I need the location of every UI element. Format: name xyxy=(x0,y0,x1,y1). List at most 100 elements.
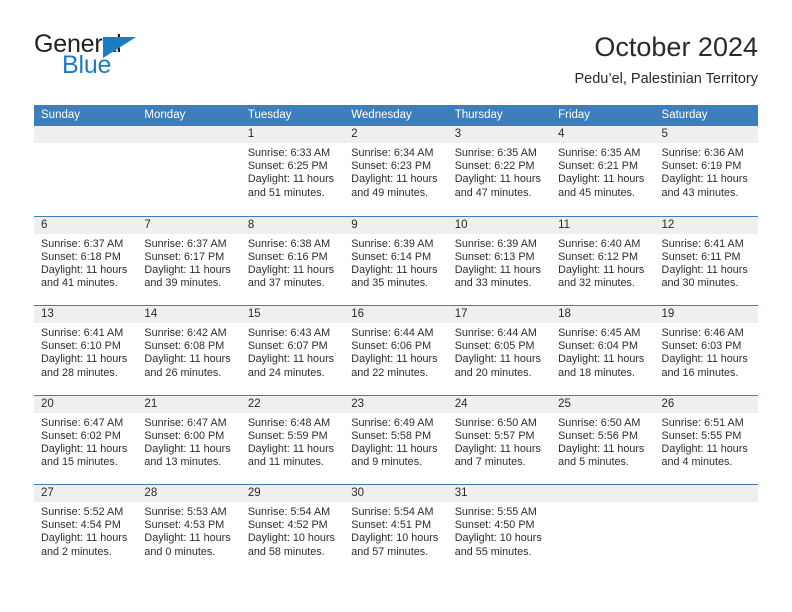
sunrise-time: Sunrise: 6:50 AM xyxy=(558,416,641,429)
day-sun-info: Sunrise: 6:41 AM Sunset: 6:10 PM Daylight:… xyxy=(34,323,137,380)
calendar-day-cell[interactable]: 25 Sunrise: 6:50 AM Sunset: 5:56 PM Dayligh… xyxy=(551,395,655,484)
day-number: 2 xyxy=(344,126,448,143)
calendar-day-cell[interactable]: 6 Sunrise: 6:37 AM Sunset: 6:18 PM Daylight… xyxy=(34,216,138,305)
calendar-day-cell[interactable]: 18 Sunrise: 6:45 AM Sunset: 6:04 PM Dayligh… xyxy=(551,306,655,395)
sunset-time: Sunset: 6:10 PM xyxy=(41,340,121,353)
daylight-duration-line1: Daylight: 10 hours xyxy=(454,532,542,545)
calendar-day-cell[interactable]: 14 Sunrise: 6:42 AM Sunset: 6:08 PM Dayligh… xyxy=(137,306,241,395)
day-sun-info: Sunrise: 6:44 AM Sunset: 6:05 PM Daylight:… xyxy=(448,323,551,380)
daylight-duration-line1: Daylight: 11 hours xyxy=(351,263,438,276)
day-number: 12 xyxy=(654,216,758,234)
calendar-day-cell[interactable]: 4 Sunrise: 6:35 AM Sunset: 6:21 PM Daylight… xyxy=(551,126,655,216)
calendar-day-cell[interactable]: 27 Sunrise: 5:52 AM Sunset: 4:54 PM Dayligh… xyxy=(34,485,138,574)
calendar-day-cell[interactable]: 9 Sunrise: 6:39 AM Sunset: 6:14 PM Daylight… xyxy=(344,216,448,305)
daylight-duration-line2: and 9 minutes. xyxy=(351,456,423,469)
day-number: 27 xyxy=(34,485,138,502)
sunrise-time: Sunrise: 6:36 AM xyxy=(661,147,744,159)
day-number: 28 xyxy=(137,485,241,502)
calendar-day-cell[interactable]: 17 Sunrise: 6:44 AM Sunset: 6:05 PM Dayligh… xyxy=(447,306,552,395)
calendar-day-cell[interactable]: 12 Sunrise: 6:41 AM Sunset: 6:11 PM Dayligh… xyxy=(654,216,758,305)
calendar-week-row: 1 Sunrise: 6:33 AM Sunset: 6:25 PM Daylight… xyxy=(34,126,758,216)
day-sun-info: Sunrise: 6:37 AM Sunset: 6:18 PM Daylight:… xyxy=(34,234,137,291)
calendar-day-cell[interactable]: 1 Sunrise: 6:33 AM Sunset: 6:25 PM Daylight… xyxy=(240,126,345,216)
calendar-day-cell-empty xyxy=(137,126,241,216)
sunrise-time: Sunrise: 6:42 AM xyxy=(144,327,227,339)
calendar-day-cell[interactable]: 28 Sunrise: 5:53 AM Sunset: 4:53 PM Dayligh… xyxy=(137,485,241,574)
day-number: 6 xyxy=(34,216,138,234)
daylight-duration-line2: and 2 minutes. xyxy=(41,545,112,558)
calendar-day-cell[interactable]: 30 Sunrise: 5:54 AM Sunset: 4:51 PM Dayligh… xyxy=(344,485,448,574)
daylight-duration-line1: Daylight: 11 hours xyxy=(661,442,748,455)
sunrise-time: Sunrise: 5:55 AM xyxy=(454,506,537,518)
calendar-day-cell[interactable]: 8 Sunrise: 6:38 AM Sunset: 6:16 PM Daylight… xyxy=(240,216,345,305)
calendar-day-cell[interactable]: 10 Sunrise: 6:39 AM Sunset: 6:13 PM Dayligh… xyxy=(447,216,552,305)
calendar-day-cell[interactable]: 19 Sunrise: 6:46 AM Sunset: 6:03 PM Dayligh… xyxy=(654,306,758,395)
calendar-day-cell-empty xyxy=(654,485,758,574)
calendar-week-row: 20 Sunrise: 6:47 AM Sunset: 6:02 PM Dayligh… xyxy=(34,394,758,484)
day-number: 8 xyxy=(240,216,345,234)
logo-text-blue: Blue xyxy=(62,51,112,79)
day-sun-info: Sunrise: 6:46 AM Sunset: 6:03 PM Daylight:… xyxy=(655,323,758,380)
weekday-header-monday: Monday xyxy=(144,109,186,121)
sunrise-time: Sunrise: 6:38 AM xyxy=(247,237,331,250)
sunset-time: Sunset: 4:51 PM xyxy=(351,519,432,532)
sunset-time: Sunset: 6:22 PM xyxy=(454,160,535,173)
sunset-time: Sunset: 6:23 PM xyxy=(351,160,432,173)
general-blue-logo[interactable]: General Blue xyxy=(34,30,244,86)
sunset-time: Sunset: 6:12 PM xyxy=(558,250,638,263)
day-sun-info: Sunrise: 6:35 AM Sunset: 6:22 PM Daylight:… xyxy=(448,143,551,200)
sunrise-time: Sunrise: 6:45 AM xyxy=(558,327,641,339)
sunrise-time: Sunrise: 5:54 AM xyxy=(247,506,331,518)
daylight-duration-line1: Daylight: 10 hours xyxy=(351,532,439,545)
daylight-duration-line2: and 43 minutes. xyxy=(661,186,739,199)
day-number xyxy=(137,126,241,143)
sunrise-time: Sunrise: 6:40 AM xyxy=(558,237,641,250)
calendar-day-cell[interactable]: 11 Sunrise: 6:40 AM Sunset: 6:12 PM Dayligh… xyxy=(551,216,655,305)
sunset-time: Sunset: 6:00 PM xyxy=(144,429,225,442)
daylight-duration-line1: Daylight: 11 hours xyxy=(247,263,335,276)
daylight-duration-line2: and 22 minutes. xyxy=(351,366,429,379)
day-number: 31 xyxy=(447,485,552,502)
daylight-duration-line2: and 5 minutes. xyxy=(558,456,629,469)
weekday-header-sunday: Sunday xyxy=(41,109,81,121)
daylight-duration-line1: Daylight: 11 hours xyxy=(247,173,335,186)
daylight-duration-line1: Daylight: 11 hours xyxy=(144,442,231,455)
daylight-duration-line1: Daylight: 11 hours xyxy=(144,532,231,545)
day-sun-info: Sunrise: 6:50 AM Sunset: 5:57 PM Daylight:… xyxy=(448,413,551,470)
daylight-duration-line1: Daylight: 11 hours xyxy=(144,353,231,366)
weekday-header-tuesday: Tuesday xyxy=(247,109,292,121)
calendar-day-cell[interactable]: 5 Sunrise: 6:36 AM Sunset: 6:19 PM Daylight… xyxy=(654,126,758,216)
calendar-day-cell[interactable]: 29 Sunrise: 5:54 AM Sunset: 4:52 PM Dayligh… xyxy=(240,485,345,574)
day-sun-info: Sunrise: 6:45 AM Sunset: 6:04 PM Daylight:… xyxy=(551,323,654,380)
sunrise-time: Sunrise: 6:35 AM xyxy=(454,147,537,159)
day-sun-info: Sunrise: 6:43 AM Sunset: 6:07 PM Daylight:… xyxy=(241,323,344,380)
calendar-day-cell[interactable]: 7 Sunrise: 6:37 AM Sunset: 6:17 PM Daylight… xyxy=(137,216,241,305)
calendar-day-cell[interactable]: 3 Sunrise: 6:35 AM Sunset: 6:22 PM Daylight… xyxy=(447,126,552,216)
calendar-day-cell[interactable]: 23 Sunrise: 6:49 AM Sunset: 5:58 PM Dayligh… xyxy=(344,395,448,484)
sunset-time: Sunset: 5:55 PM xyxy=(661,429,742,442)
calendar-day-cell[interactable]: 22 Sunrise: 6:48 AM Sunset: 5:59 PM Dayligh… xyxy=(240,395,345,484)
calendar-day-cell[interactable]: 26 Sunrise: 6:51 AM Sunset: 5:55 PM Dayligh… xyxy=(654,395,758,484)
calendar-day-cell[interactable]: 13 Sunrise: 6:41 AM Sunset: 6:10 PM Dayligh… xyxy=(34,306,138,395)
calendar-day-cell[interactable]: 24 Sunrise: 6:50 AM Sunset: 5:57 PM Dayligh… xyxy=(447,395,552,484)
calendar-day-cell[interactable]: 2 Sunrise: 6:34 AM Sunset: 6:23 PM Daylight… xyxy=(344,126,448,216)
daylight-duration-line1: Daylight: 11 hours xyxy=(247,353,335,366)
day-sun-info: Sunrise: 6:47 AM Sunset: 6:02 PM Daylight:… xyxy=(34,413,137,470)
daylight-duration-line2: and 58 minutes. xyxy=(247,545,325,558)
calendar-day-cell[interactable]: 16 Sunrise: 6:44 AM Sunset: 6:06 PM Dayligh… xyxy=(344,306,448,395)
day-number: 3 xyxy=(447,126,552,143)
calendar-page: General Blue October 2024 Pedu’el, Pales… xyxy=(0,0,792,612)
day-number: 1 xyxy=(240,126,345,143)
calendar-day-cell[interactable]: 20 Sunrise: 6:47 AM Sunset: 6:02 PM Dayligh… xyxy=(34,395,138,484)
daylight-duration-line2: and 0 minutes. xyxy=(144,545,216,558)
daylight-duration-line2: and 20 minutes. xyxy=(454,366,532,379)
title-block: October 2024 Pedu’el, Palestinian Territ… xyxy=(575,30,759,88)
calendar-day-cell[interactable]: 15 Sunrise: 6:43 AM Sunset: 6:07 PM Dayligh… xyxy=(240,306,345,395)
calendar-day-cell-empty xyxy=(34,126,138,216)
sunrise-time: Sunrise: 6:34 AM xyxy=(351,147,434,159)
day-sun-info: Sunrise: 6:33 AM Sunset: 6:25 PM Daylight:… xyxy=(241,143,344,200)
daylight-duration-line2: and 15 minutes. xyxy=(41,456,118,469)
day-number: 25 xyxy=(551,395,655,413)
calendar-day-cell[interactable]: 21 Sunrise: 6:47 AM Sunset: 6:00 PM Dayligh… xyxy=(137,395,241,484)
calendar-day-cell[interactable]: 31 Sunrise: 5:55 AM Sunset: 4:50 PM Dayligh… xyxy=(447,485,552,574)
